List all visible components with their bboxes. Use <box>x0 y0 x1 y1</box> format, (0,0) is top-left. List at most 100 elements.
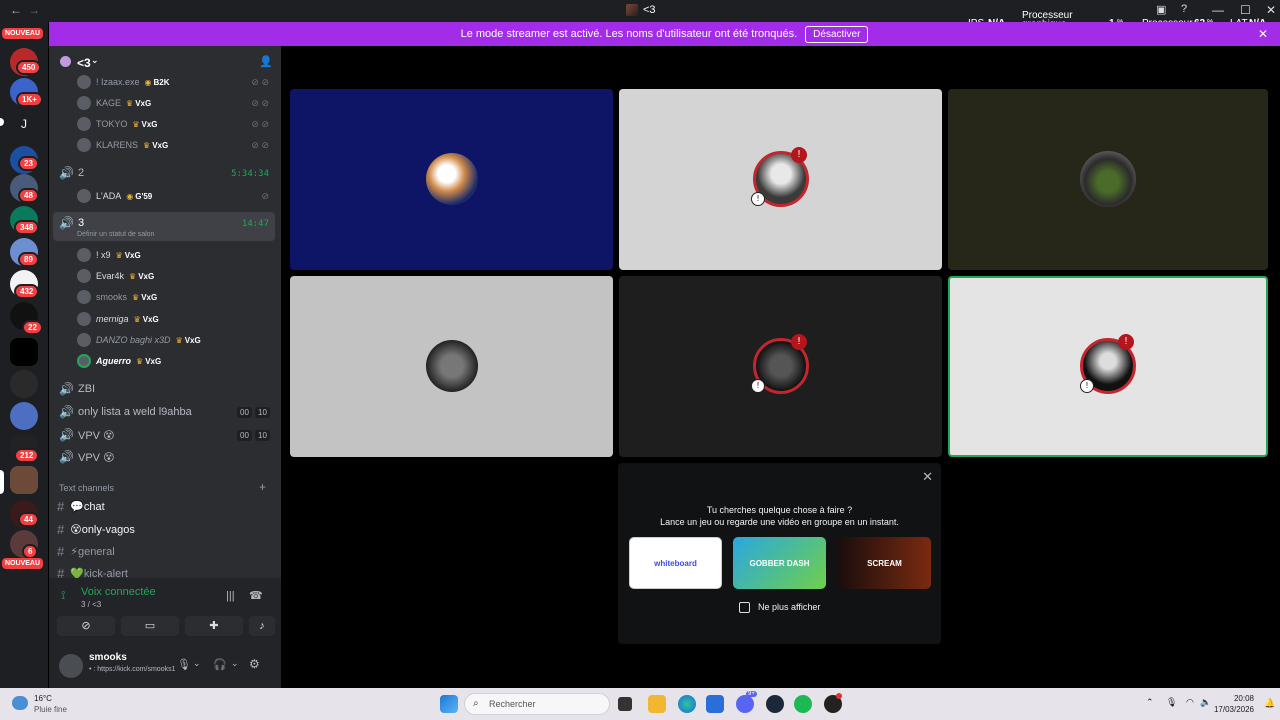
user-tag: ♛ VxG <box>176 336 201 345</box>
notification-dot <box>836 693 842 699</box>
voice-user[interactable]: DANZO baghi x3D ♛ VxG <box>77 332 201 348</box>
card-title: GOBBER DASH <box>749 558 810 568</box>
speaker-icon: 🔊 <box>59 428 74 442</box>
username[interactable]: smooks <box>89 652 127 663</box>
voice-user[interactable]: TOKYO ♛ VxG <box>77 116 158 132</box>
current-server-icon[interactable] <box>10 466 38 494</box>
participant-tile[interactable] <box>948 89 1268 270</box>
back-arrow-icon[interactable]: ← <box>10 3 22 17</box>
disconnect-icon[interactable]: ☎ <box>249 589 263 602</box>
voice-user[interactable]: KLARENS ♛ VxG <box>77 137 168 153</box>
microphone-icon[interactable]: 🎙 <box>1166 697 1177 708</box>
voice-channel-2[interactable]: 🔊 2 <box>59 166 84 180</box>
voice-channel[interactable]: 🔊 ZBI <box>59 382 95 396</box>
soundboard-button[interactable]: ♪ <box>249 616 275 636</box>
voice-channel-3[interactable]: 🔊 3 <box>59 216 84 230</box>
screen-share-button[interactable]: ▭ <box>121 616 179 636</box>
checkbox-label: Ne plus afficher <box>758 602 821 612</box>
server-icon[interactable] <box>10 370 38 398</box>
unread-badge: 1K+ <box>16 92 43 107</box>
maximize-button[interactable]: ☐ <box>1240 3 1251 17</box>
avatar-speaking <box>77 354 91 368</box>
dont-show-again-checkbox[interactable] <box>739 602 750 613</box>
voice-location[interactable]: 3 / <3 <box>81 600 101 609</box>
text-channel[interactable]: # 💬chat <box>57 499 105 514</box>
channel-name: 3 <box>78 217 85 229</box>
store-icon[interactable] <box>706 695 724 713</box>
deafened-icon: ⊘ <box>261 191 269 201</box>
participant-tile[interactable]: ! ! <box>619 276 942 457</box>
noise-suppression-icon[interactable]: ||| <box>226 590 235 602</box>
voice-user[interactable]: merniga ♛ VxG <box>77 311 159 327</box>
close-banner-icon[interactable]: ✕ <box>1258 27 1268 41</box>
voice-user[interactable]: smooks ♛ VxG <box>77 289 157 305</box>
voice-user[interactable]: ! x9 ♛ VxG <box>77 247 141 263</box>
inbox-icon[interactable]: ▣ <box>1156 3 1166 16</box>
file-explorer-icon[interactable] <box>648 695 666 713</box>
close-button[interactable]: ✕ <box>1266 3 1276 17</box>
wifi-icon[interactable]: ◠ <box>1186 697 1194 708</box>
volume-icon[interactable]: 🔈 <box>1200 697 1211 708</box>
voice-status[interactable]: Voix connectée <box>81 586 156 598</box>
channel-sidebar: <3 ⌄ 👤 ! Izaax.exe ◉ B2K KAGE ♛ VxG TOKYO ♛ Vx… <box>49 46 281 688</box>
user-name: L'ADA <box>96 191 122 201</box>
tag-text: G'59 <box>135 191 153 201</box>
task-view-icon[interactable] <box>618 697 632 711</box>
voice-channel[interactable]: 🔊 VPV 😵 <box>59 428 115 442</box>
invite-icon[interactable]: 👤 <box>259 55 273 68</box>
headset-icon[interactable]: 🎧 <box>213 658 227 671</box>
taskbar-search[interactable]: ⌕ Rechercher <box>464 693 610 715</box>
voice-user[interactable]: L'ADA ◉ G'59 <box>77 188 152 204</box>
weather-text: Pluie fine <box>34 705 67 714</box>
participant-tile-speaking[interactable]: ! ! <box>948 276 1268 457</box>
gobber-dash-activity-card[interactable]: GOBBER DASH <box>733 537 826 589</box>
activities-button[interactable]: ✚ <box>185 616 243 636</box>
text-channels-category[interactable]: Text channels <box>59 483 114 493</box>
server-icon[interactable]: J <box>10 110 38 138</box>
server-icon[interactable] <box>10 402 38 430</box>
edge-icon[interactable] <box>678 695 696 713</box>
close-icon[interactable]: ✕ <box>922 469 933 485</box>
voice-user[interactable]: ! Izaax.exe ◉ B2K <box>77 74 170 90</box>
discord-icon[interactable] <box>736 695 754 713</box>
voice-user[interactable]: Evar4k ♛ VxG <box>77 268 154 284</box>
chevron-up-icon[interactable]: ⌃ <box>1146 697 1154 708</box>
chevron-down-icon[interactable]: ⌄ <box>193 658 201 669</box>
window-title: <3 <box>626 4 656 16</box>
text-channel[interactable]: # ⚡general <box>57 544 115 559</box>
channel-timer: 14:47 <box>241 219 269 229</box>
channel-status[interactable]: Définir un statut de salon <box>77 231 154 238</box>
voice-channel[interactable]: 🔊 only lista a weld l9ahba <box>59 405 192 419</box>
voice-channel[interactable]: 🔊 VPV 😵 <box>59 450 115 464</box>
clock[interactable]: 20:08 17/03/2026 <box>1214 694 1254 714</box>
disable-streamer-button[interactable]: Désactiver <box>805 25 869 43</box>
scream-activity-card[interactable]: SCREAM <box>838 537 931 589</box>
camera-button[interactable]: ⊘ <box>57 616 115 636</box>
notifications-icon[interactable]: 🔔 <box>1264 698 1275 709</box>
participant-tile[interactable] <box>290 276 613 457</box>
avatar[interactable] <box>59 654 83 678</box>
muted-icon: ! <box>1080 379 1094 393</box>
participant-tile[interactable] <box>290 89 613 270</box>
start-icon[interactable] <box>440 695 458 713</box>
weather-widget[interactable]: 16°C Pluie fine <box>34 694 67 714</box>
chevron-down-icon[interactable]: ⌄ <box>231 658 239 669</box>
settings-icon[interactable]: ⚙ <box>249 657 260 671</box>
spotify-icon[interactable] <box>794 695 812 713</box>
whiteboard-activity-card[interactable]: whiteboard <box>629 537 722 589</box>
avatar <box>77 269 91 283</box>
steam-icon[interactable] <box>766 695 784 713</box>
help-icon[interactable]: ? <box>1181 3 1187 15</box>
microphone-icon[interactable]: 🎙 <box>177 658 191 671</box>
add-channel-button[interactable]: + <box>259 480 266 494</box>
server-icon[interactable] <box>10 338 38 366</box>
voice-user[interactable]: Aguerro ♛ VxG <box>77 353 161 369</box>
voice-user[interactable]: KAGE ♛ VxG <box>77 95 151 111</box>
server-header[interactable]: <3 ⌄ 👤 <box>49 46 281 76</box>
participant-tile[interactable]: ! ! <box>619 89 942 270</box>
minimize-button[interactable]: — <box>1212 3 1224 17</box>
text-channel[interactable]: # 😵only-vagos <box>57 522 135 537</box>
search-icon: ⌕ <box>473 698 479 709</box>
forward-arrow-icon[interactable]: → <box>28 3 40 17</box>
server-rail: NOUVEAU 450 1K+ J 23 48 348 89 432 22 21… <box>0 22 48 688</box>
